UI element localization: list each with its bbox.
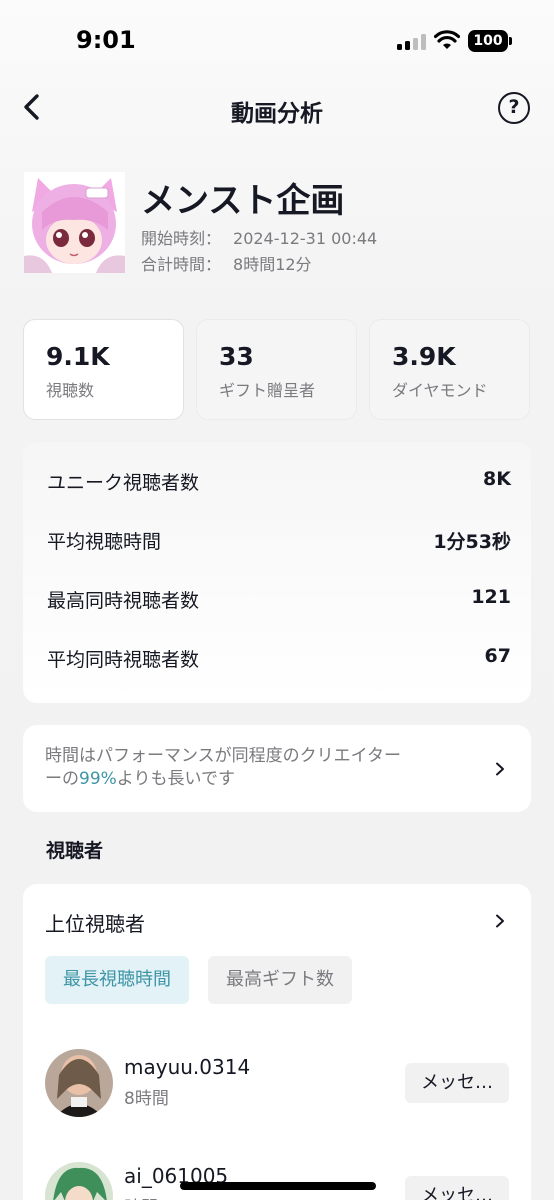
- start-time-value: 2024-12-31 00:44: [233, 229, 378, 248]
- home-indicator[interactable]: [180, 1182, 376, 1190]
- viewer-name: mayuu.0314: [124, 1055, 251, 1079]
- duration-row: 合計時間： 8時間12分: [141, 251, 312, 275]
- comparison-highlight: 99%: [79, 769, 117, 789]
- chevron-right-icon: [496, 762, 504, 776]
- start-time-label: 開始時刻：: [141, 229, 222, 248]
- stat-card-diamonds[interactable]: 3.9K ダイヤモンド: [369, 319, 530, 420]
- top-viewers-heading[interactable]: 上位視聴者: [45, 908, 145, 937]
- stat-label: ダイヤモンド: [392, 381, 488, 400]
- comparison-text-suffix: よりも長いです: [116, 769, 235, 789]
- stat-label: 視聴数: [46, 381, 95, 400]
- viewer-photo: [45, 1162, 113, 1200]
- stat-card-gifters[interactable]: 33 ギフト贈呈者: [196, 319, 357, 420]
- message-button[interactable]: メッセ…: [405, 1176, 509, 1200]
- duration-value: 8時間12分: [233, 255, 312, 274]
- metric-label: 平均視聴時間: [47, 531, 162, 553]
- comparison-text-prefix: ーの: [45, 769, 79, 789]
- viewer-watch-time: 8時間: [124, 1089, 169, 1109]
- metric-value: 8K: [483, 468, 511, 490]
- live-thumbnail: [24, 172, 125, 273]
- cellular-signal-icon: [397, 34, 427, 50]
- viewer-photo: [45, 1049, 113, 1117]
- metric-value: 1分53秒: [433, 531, 511, 553]
- start-time-row: 開始時刻： 2024-12-31 00:44: [141, 225, 377, 249]
- metric-label: ユニーク視聴者数: [47, 472, 200, 494]
- comparison-text: 時間はパフォーマンスが同程度のクリエイター ーの99%よりも長いです: [45, 745, 465, 791]
- metric-value: 121: [471, 586, 511, 608]
- stat-value: 33: [219, 342, 254, 371]
- tab-most-gifts[interactable]: 最高ギフト数: [208, 956, 352, 1004]
- top-viewers-card: 上位視聴者 最長視聴時間 最高ギフト数 mayuu.0314 8時間 メッセ… …: [23, 884, 531, 1200]
- battery-icon: 100: [468, 30, 508, 52]
- status-time: 9:01: [76, 26, 136, 54]
- viewer-watch-time: 時間: [124, 1193, 158, 1200]
- status-bar: 9:01 100: [0, 0, 554, 80]
- battery-tip: [509, 37, 512, 45]
- metrics-card: ユニーク視聴者数 8K 平均視聴時間 1分53秒 最高同時視聴者数 121 平均…: [23, 442, 531, 703]
- comparison-text-line1: 時間はパフォーマンスが同程度のクリエイター: [45, 746, 401, 766]
- viewer-avatar[interactable]: [45, 1049, 113, 1117]
- message-button[interactable]: メッセ…: [405, 1063, 509, 1103]
- stat-value: 9.1K: [46, 342, 110, 371]
- metric-label: 最高同時視聴者数: [47, 590, 200, 612]
- stat-card-views[interactable]: 9.1K 視聴数: [23, 319, 184, 420]
- help-icon[interactable]: ?: [498, 92, 530, 124]
- comparison-card[interactable]: 時間はパフォーマンスが同程度のクリエイター ーの99%よりも長いです: [23, 725, 531, 812]
- stat-label: ギフト贈呈者: [219, 381, 316, 400]
- viewer-avatar[interactable]: [45, 1162, 113, 1200]
- chevron-right-icon[interactable]: [493, 914, 507, 928]
- metric-label: 平均同時視聴者数: [47, 649, 200, 671]
- anime-avatar-image: [24, 172, 125, 273]
- section-title-viewers: 視聴者: [46, 840, 104, 862]
- page-title: 動画分析: [231, 101, 323, 127]
- live-title: メンスト企画: [141, 181, 345, 221]
- wifi-icon: [434, 30, 460, 49]
- metric-value: 67: [484, 645, 511, 667]
- tab-longest-watch-time[interactable]: 最長視聴時間: [45, 956, 189, 1004]
- stat-value: 3.9K: [392, 342, 456, 371]
- duration-label: 合計時間：: [141, 255, 222, 274]
